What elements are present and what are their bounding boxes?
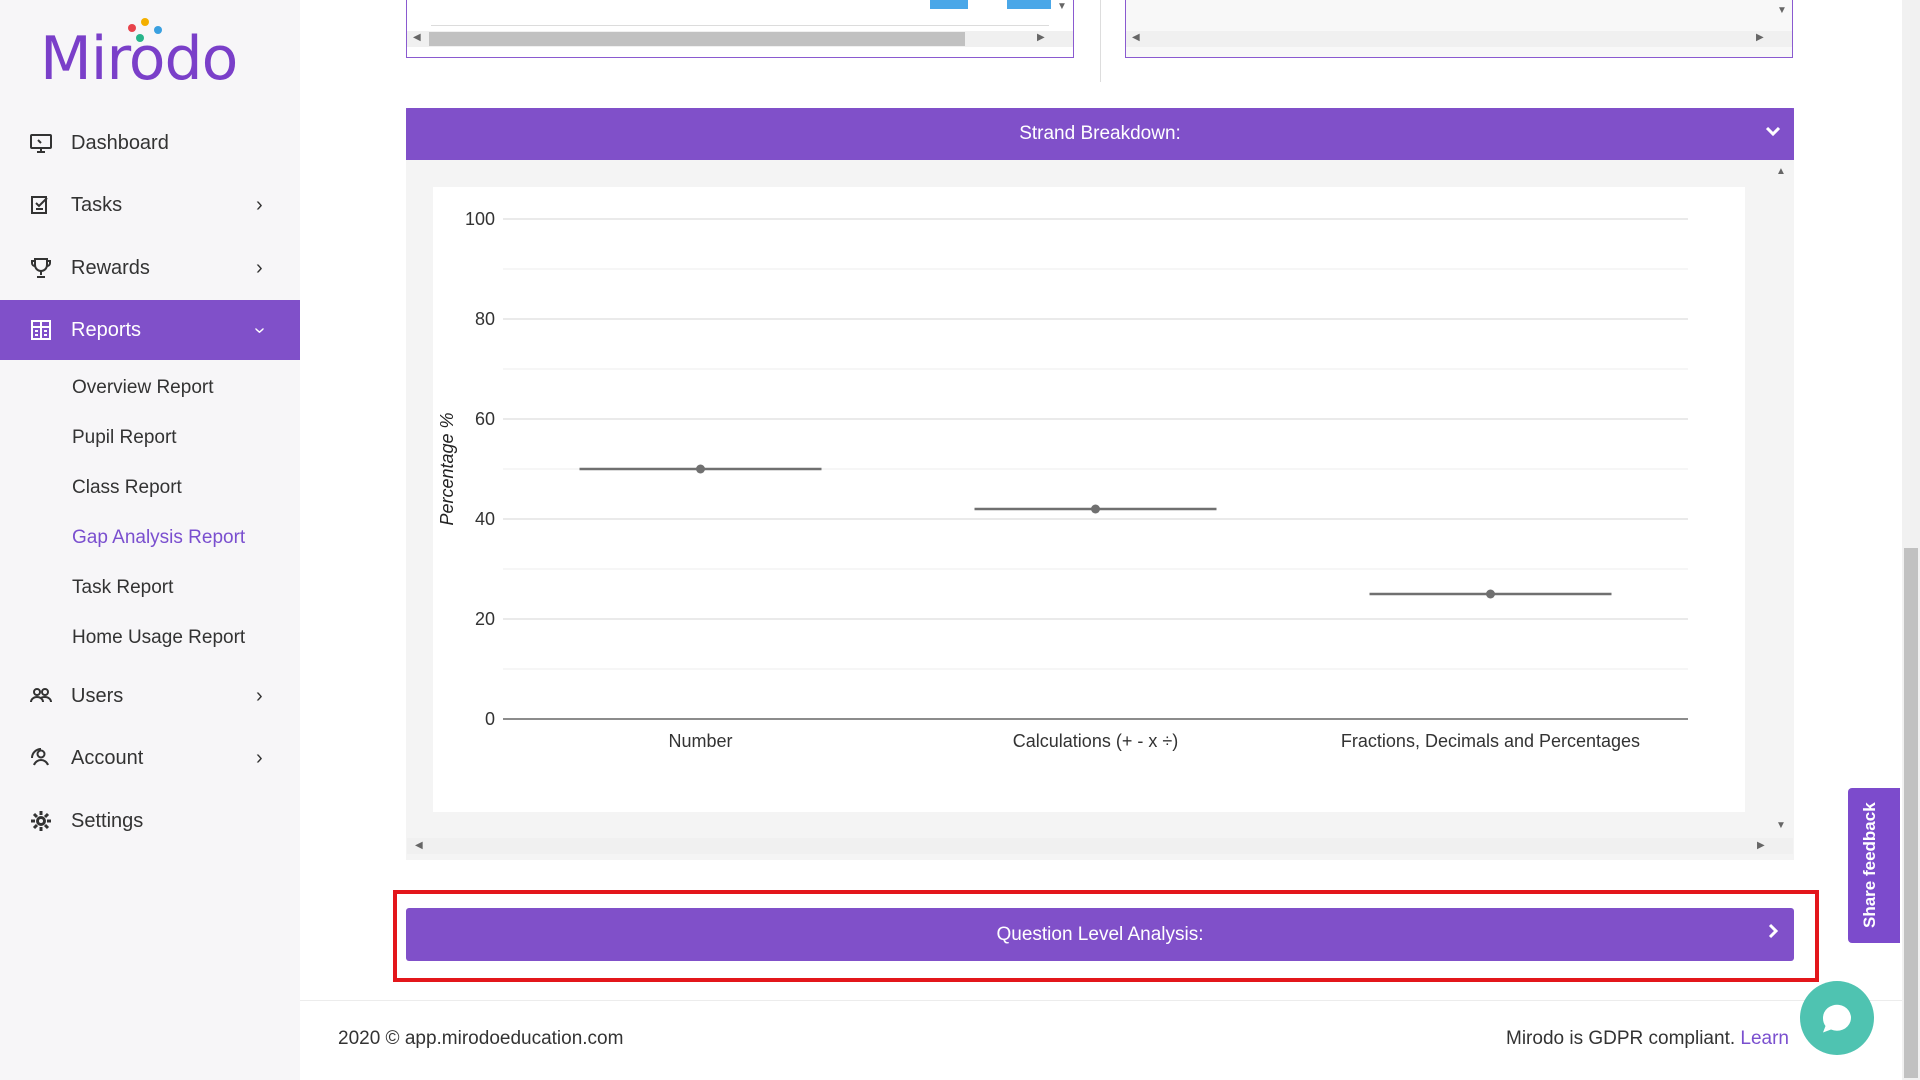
data-point — [696, 464, 705, 474]
chevron-down-icon: › — [248, 326, 271, 334]
logo-dot — [141, 18, 149, 26]
footer-divider — [300, 1000, 1902, 1001]
scroll-left-arrow-icon[interactable]: ◀ — [1132, 32, 1140, 43]
strand-chart-container: 0 20 40 60 80 100 Percentage % Number Calculatio… — [433, 187, 1745, 812]
logo-dot — [128, 24, 136, 32]
page-scrollbar[interactable] — [1902, 0, 1920, 1080]
scroll-left-arrow-icon[interactable]: ◀ — [413, 32, 421, 43]
scroll-right-arrow-icon[interactable]: ▶ — [1757, 840, 1765, 851]
scroll-right-arrow-icon[interactable]: ▶ — [1756, 32, 1764, 43]
x-tick-label: Fractions, Decimals and Percentages — [1341, 731, 1640, 751]
sidebar-item-account[interactable]: Account › — [0, 728, 300, 788]
question-level-analysis-button[interactable]: Question Level Analysis: — [406, 908, 1794, 961]
scroll-down-arrow-icon[interactable]: ▼ — [1776, 820, 1786, 831]
sidebar-item-users[interactable]: Users › — [0, 666, 300, 726]
logo-dot — [154, 26, 162, 34]
y-tick-label: 40 — [475, 509, 495, 529]
share-feedback-label: Share feedback — [1860, 802, 1879, 928]
gear-icon — [28, 808, 54, 834]
sidebar-subitem-task-report[interactable]: Task Report — [72, 577, 173, 599]
sidebar-item-tasks[interactable]: Tasks › — [0, 175, 300, 235]
scroll-up-arrow-icon[interactable]: ▲ — [1776, 166, 1786, 177]
x-tick-label: Number — [668, 731, 732, 751]
sidebar-item-rewards[interactable]: Rewards › — [0, 238, 300, 298]
users-icon — [28, 683, 54, 709]
report-grid-icon — [28, 317, 54, 343]
y-axis-label: Percentage % — [437, 412, 457, 525]
checklist-icon — [28, 192, 54, 218]
learn-link[interactable]: Learn — [1740, 1028, 1789, 1049]
chevron-right-icon: › — [256, 684, 263, 707]
footer-copyright: 2020 © app.mirodoeducation.com — [338, 1028, 624, 1049]
mirodo-logo[interactable]: Mirodo — [40, 18, 240, 98]
y-tick-label: 20 — [475, 609, 495, 629]
sidebar-subitem-gap-analysis-report[interactable]: Gap Analysis Report — [72, 527, 245, 549]
share-feedback-tab[interactable]: Share feedback — [1848, 788, 1900, 943]
chart-horizontal-scrollbar[interactable]: ◀ ▶ — [407, 838, 1793, 854]
page-scrollbar-thumb[interactable] — [1904, 548, 1918, 1078]
sidebar: Mirodo Dashboard Tasks › Rewards › Repor… — [0, 0, 300, 1080]
data-point — [1091, 504, 1100, 514]
sidebar-item-label: Account — [71, 746, 144, 769]
gdpr-text: Mirodo is GDPR compliant. — [1506, 1028, 1736, 1049]
sidebar-item-dashboard[interactable]: Dashboard — [0, 113, 300, 173]
divider — [431, 25, 1049, 26]
sidebar-item-label: Users — [71, 684, 124, 707]
y-tick-label: 60 — [475, 409, 495, 429]
sidebar-item-label: Tasks — [71, 193, 123, 216]
x-tick-label: Calculations (+ - x ÷) — [1013, 731, 1178, 751]
strand-breakdown-title: Strand Breakdown: — [1019, 123, 1181, 144]
column-divider — [1100, 0, 1101, 82]
chevron-right-icon: › — [256, 193, 263, 216]
blue-bar-mark — [930, 0, 968, 9]
scroll-right-arrow-icon[interactable]: ▶ — [1037, 32, 1045, 43]
chat-icon — [1822, 1004, 1851, 1033]
sidebar-item-label: Dashboard — [71, 131, 169, 154]
sidebar-subitem-overview-report[interactable]: Overview Report — [72, 377, 214, 399]
footer-gdpr: Mirodo is GDPR compliant. Learn — [1506, 1028, 1789, 1050]
monitor-icon — [28, 130, 54, 156]
logo-dot — [136, 34, 144, 42]
y-tick-label: 100 — [465, 209, 495, 229]
horizontal-scrollbar[interactable]: ◀ ▶ — [1126, 31, 1792, 47]
strand-breakdown-header[interactable]: Strand Breakdown: — [406, 108, 1794, 160]
scroll-left-arrow-icon[interactable]: ◀ — [415, 840, 423, 851]
account-icon — [28, 745, 54, 771]
chevron-right-icon: › — [256, 256, 263, 279]
sidebar-item-label: Reports — [71, 318, 142, 341]
top-right-panel: ▼ ◀ ▶ — [1125, 0, 1793, 58]
y-tick-label: 80 — [475, 309, 495, 329]
chevron-right-icon: › — [256, 746, 263, 769]
sidebar-item-reports[interactable]: Reports › — [0, 300, 300, 360]
blue-bar-mark — [1007, 0, 1051, 9]
sidebar-item-settings[interactable]: Settings — [0, 791, 300, 851]
sidebar-item-label: Rewards — [71, 256, 150, 279]
top-left-panel: ▼ ◀ ▶ — [406, 0, 1074, 58]
chat-launcher-button[interactable] — [1800, 981, 1874, 1055]
sidebar-subitem-pupil-report[interactable]: Pupil Report — [72, 427, 177, 449]
y-tick-label: 0 — [485, 709, 495, 729]
scroll-down-arrow-icon[interactable]: ▼ — [1777, 5, 1787, 16]
sidebar-subitem-class-report[interactable]: Class Report — [72, 477, 182, 499]
data-point — [1486, 589, 1495, 599]
sidebar-subitem-home-usage-report[interactable]: Home Usage Report — [72, 627, 245, 649]
horizontal-scrollbar[interactable]: ◀ ▶ — [407, 31, 1073, 47]
chevron-right-icon — [1764, 920, 1782, 946]
scrollbar-thumb[interactable] — [429, 32, 965, 46]
chevron-down-icon[interactable] — [1764, 120, 1782, 146]
question-level-analysis-label: Question Level Analysis: — [996, 923, 1204, 945]
trophy-icon — [28, 255, 54, 281]
sidebar-item-label: Settings — [71, 809, 144, 832]
scroll-down-arrow-icon[interactable]: ▼ — [1057, 1, 1067, 12]
strand-chart: 0 20 40 60 80 100 Percentage % Number Calculatio… — [437, 209, 1688, 751]
